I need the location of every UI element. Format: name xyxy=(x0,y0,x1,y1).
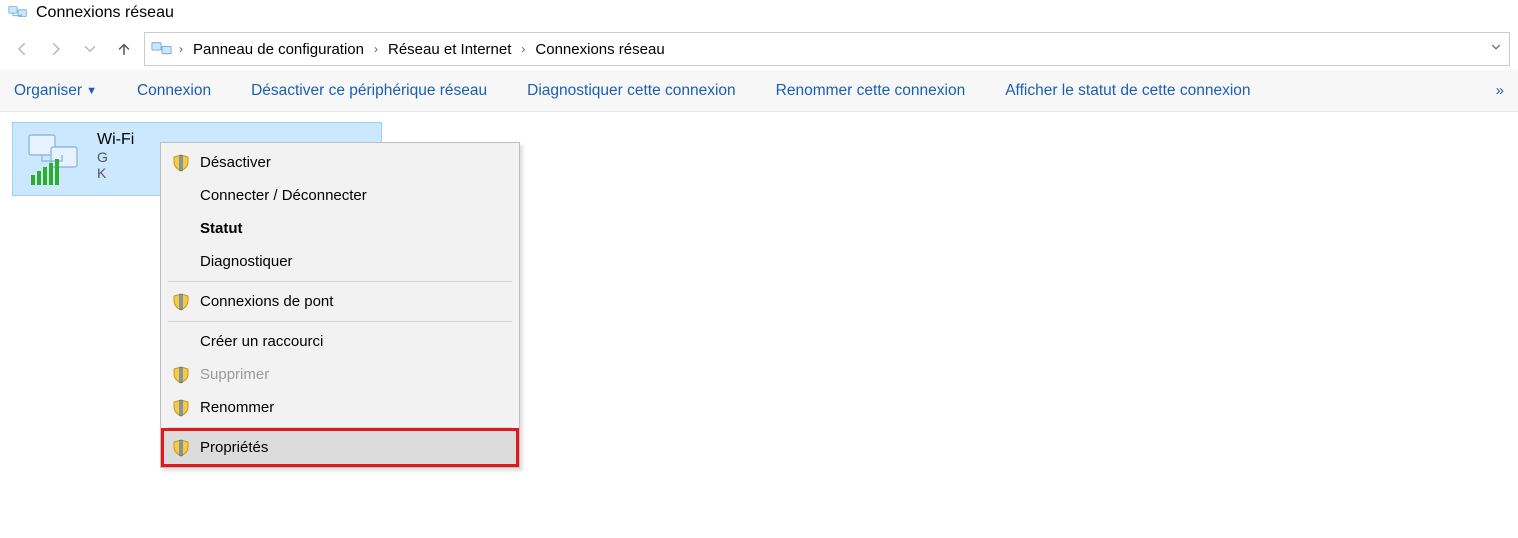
diagnose-connection-button[interactable]: Diagnostiquer cette connexion xyxy=(527,82,736,100)
menu-item-properties[interactable]: Propriétés xyxy=(164,431,516,464)
menu-label: Renommer xyxy=(200,399,274,416)
menu-label: Diagnostiquer xyxy=(200,253,293,270)
shield-icon xyxy=(172,399,190,417)
cmd-label: Organiser xyxy=(14,82,82,100)
address-dropdown-button[interactable] xyxy=(1489,40,1503,58)
shield-icon xyxy=(172,366,190,384)
connection-button[interactable]: Connexion xyxy=(137,82,211,100)
title-bar: Connexions réseau xyxy=(0,0,1518,30)
menu-item-disable[interactable]: Désactiver xyxy=(164,146,516,179)
breadcrumb-label: Connexions réseau xyxy=(535,41,664,58)
menu-label: Désactiver xyxy=(200,154,271,171)
cmd-label: Afficher le statut de cette connexion xyxy=(1005,82,1250,100)
breadcrumb-item[interactable]: Connexions réseau xyxy=(531,41,668,58)
network-connections-icon xyxy=(151,40,173,58)
menu-item-rename[interactable]: Renommer xyxy=(164,391,516,424)
adapter-text: Wi-Fi G K xyxy=(97,131,134,181)
disable-device-button[interactable]: Désactiver ce périphérique réseau xyxy=(251,82,487,100)
overflow-label: » xyxy=(1496,82,1504,99)
show-status-button[interactable]: Afficher le statut de cette connexion xyxy=(1005,82,1250,100)
menu-label: Supprimer xyxy=(200,366,269,383)
menu-item-status[interactable]: Statut xyxy=(164,212,516,245)
shield-icon xyxy=(172,293,190,311)
context-menu: Désactiver Connecter / Déconnecter Statu… xyxy=(160,142,520,468)
menu-label: Propriétés xyxy=(200,439,268,456)
network-connections-icon xyxy=(8,4,28,22)
menu-item-delete: Supprimer xyxy=(164,358,516,391)
cmd-label: Désactiver ce périphérique réseau xyxy=(251,82,487,100)
adapter-line2: G xyxy=(97,149,134,165)
window-title: Connexions réseau xyxy=(36,4,174,22)
chevron-down-icon: ▼ xyxy=(86,85,97,97)
icon-spacer xyxy=(172,187,190,205)
cmd-label: Renommer cette connexion xyxy=(776,82,966,100)
menu-label: Créer un raccourci xyxy=(200,333,323,350)
breadcrumb-label: Réseau et Internet xyxy=(388,41,511,58)
menu-item-create-shortcut[interactable]: Créer un raccourci xyxy=(164,325,516,358)
adapter-line3: K xyxy=(97,165,134,181)
menu-item-connect-disconnect[interactable]: Connecter / Déconnecter xyxy=(164,179,516,212)
back-button[interactable] xyxy=(8,35,36,63)
address-bar[interactable]: › Panneau de configuration › Réseau et I… xyxy=(144,32,1510,66)
icon-spacer xyxy=(172,333,190,351)
breadcrumb-item[interactable]: Réseau et Internet xyxy=(384,41,515,58)
command-bar: Organiser ▼ Connexion Désactiver ce péri… xyxy=(0,70,1518,112)
wifi-adapter-icon xyxy=(23,131,87,187)
breadcrumb-item[interactable]: Panneau de configuration xyxy=(189,41,368,58)
icon-spacer xyxy=(172,253,190,271)
nav-row: › Panneau de configuration › Réseau et I… xyxy=(0,30,1518,70)
organize-menu[interactable]: Organiser ▼ xyxy=(14,82,97,100)
breadcrumb-label: Panneau de configuration xyxy=(193,41,364,58)
menu-separator xyxy=(168,281,512,282)
chevron-right-icon[interactable]: › xyxy=(374,42,378,56)
overflow-button[interactable]: » xyxy=(1496,82,1504,99)
content-area: Wi-Fi G K Désactiver Connecter / Déconne… xyxy=(0,112,1518,206)
adapter-name: Wi-Fi xyxy=(97,131,134,149)
menu-item-diagnose[interactable]: Diagnostiquer xyxy=(164,245,516,278)
menu-label: Statut xyxy=(200,220,243,237)
cmd-label: Diagnostiquer cette connexion xyxy=(527,82,736,100)
menu-separator xyxy=(168,427,512,428)
rename-connection-button[interactable]: Renommer cette connexion xyxy=(776,82,966,100)
menu-label: Connecter / Déconnecter xyxy=(200,187,367,204)
recent-locations-button[interactable] xyxy=(76,35,104,63)
forward-button[interactable] xyxy=(42,35,70,63)
menu-separator xyxy=(168,321,512,322)
chevron-right-icon[interactable]: › xyxy=(179,42,183,56)
up-button[interactable] xyxy=(110,35,138,63)
cmd-label: Connexion xyxy=(137,82,211,100)
menu-label: Connexions de pont xyxy=(200,293,333,310)
menu-item-bridge[interactable]: Connexions de pont xyxy=(164,285,516,318)
shield-icon xyxy=(172,439,190,457)
shield-icon xyxy=(172,154,190,172)
icon-spacer xyxy=(172,220,190,238)
chevron-right-icon[interactable]: › xyxy=(521,42,525,56)
